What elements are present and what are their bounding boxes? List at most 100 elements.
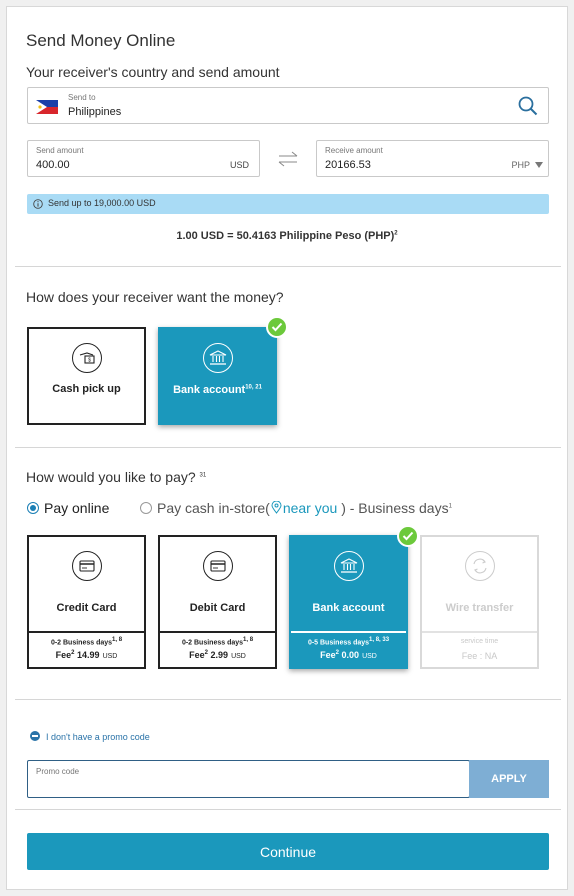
debit-card-fee-label: Fee: [189, 650, 205, 660]
send-amount-field[interactable]: Send amount 400.00 USD: [27, 140, 260, 177]
divider: [15, 809, 561, 810]
pay-option-wire-transfer: Wire transfer service time Fee : NA: [420, 535, 539, 669]
bank-icon: [333, 551, 364, 581]
bank-account-fee: Fee2 0.00 USD: [291, 650, 406, 660]
send-amount-value: 400.00: [36, 159, 70, 171]
credit-card-fee-label: Fee: [55, 650, 72, 660]
debit-card-fee-footnote: 2: [204, 650, 209, 656]
bank-account-pay-label: Bank account: [312, 602, 385, 614]
pay-cash-prefix: Pay cash in-store(: [157, 500, 270, 516]
location-pin-icon: [271, 500, 282, 514]
wire-transfer-fee: Fee : NA: [461, 651, 498, 661]
pay-option-credit-card[interactable]: Credit Card 0-2 Business days1, 8 Fee2 1…: [27, 535, 146, 669]
pay-section-heading: How would you like to pay? 31: [26, 469, 206, 485]
send-money-card: Send Money Online Your receiver's countr…: [6, 6, 568, 890]
credit-card-days: 0-2 Business days1, 8: [29, 637, 144, 646]
divider: [15, 699, 561, 700]
continue-button[interactable]: Continue: [27, 833, 549, 870]
pay-option-debit-card[interactable]: Debit Card 0-2 Business days1, 8 Fee2 2.…: [158, 535, 277, 669]
pay-section-footnote: 31: [199, 472, 207, 479]
pay-section-heading-text: How would you like to pay?: [26, 469, 196, 485]
bank-account-fee-value: 0.00: [341, 650, 360, 660]
bank-account-fee-currency: USD: [362, 653, 377, 660]
philippines-flag-icon: [36, 100, 58, 114]
exchange-rate-footnote: 2: [394, 230, 398, 237]
page-title: Send Money Online: [26, 31, 176, 50]
send-amount-label: Send amount: [36, 146, 84, 155]
debit-card-fee-currency: USD: [231, 653, 246, 660]
divider: [15, 447, 561, 448]
pay-cash-radio[interactable]: [140, 502, 152, 514]
bank-account-label: Bank account10, 21: [160, 384, 275, 396]
wire-transfer-service-time: service time: [460, 638, 499, 645]
divider: [422, 631, 537, 633]
limit-notice-text: Send up to 19,000.00 USD: [48, 198, 156, 208]
selected-check-icon: [266, 316, 288, 338]
send-to-value: Philippines: [68, 106, 122, 118]
receive-amount-field[interactable]: Receive amount 20166.53 PHP: [316, 140, 549, 177]
send-amount-currency: USD: [229, 160, 249, 170]
debit-card-days-footnote: 1, 8: [243, 637, 254, 643]
chevron-down-icon: [535, 162, 543, 168]
debit-card-label: Debit Card: [189, 602, 246, 614]
receive-option-bank-account[interactable]: Bank account10, 21: [158, 327, 277, 425]
bank-account-fee-label: Fee: [320, 650, 336, 660]
credit-card-fee-footnote: 2: [71, 650, 75, 656]
credit-card-fee-value: 14.99: [77, 650, 100, 660]
bank-account-days: 0-5 Business days1, 8, 33: [291, 637, 406, 646]
divider: [160, 631, 275, 633]
no-promo-code-link[interactable]: I don't have a promo code: [46, 732, 150, 742]
cash-pickup-icon: $: [71, 343, 102, 373]
debit-card-days-text: 0-2 Business days: [181, 639, 244, 647]
bank-account-days-footnote: 1, 8, 33: [369, 637, 390, 643]
debit-card-fee-value: 2.99: [210, 650, 229, 660]
amount-section-heading: Your receiver's country and send amount: [26, 64, 280, 80]
divider: [15, 266, 561, 267]
send-to-label: Send to: [68, 93, 96, 102]
credit-card-days-text: 0-2 Business days: [50, 639, 113, 647]
bank-account-footnote: 10, 21: [245, 384, 262, 391]
credit-card-icon: [71, 551, 102, 581]
near-you-link[interactable]: near you: [283, 500, 337, 516]
wire-transfer-icon: [464, 551, 495, 581]
exchange-rate: 1.00 USD = 50.4163 Philippine Peso (PHP)…: [7, 230, 567, 242]
svg-text:$: $: [88, 358, 91, 364]
selected-check-icon: [397, 525, 419, 547]
receive-option-cash-pickup[interactable]: $ Cash pick up: [27, 327, 146, 425]
pay-cash-footnote: 1: [448, 503, 452, 510]
send-to-field[interactable]: Send to Philippines: [27, 87, 549, 124]
pay-online-radio[interactable]: [27, 502, 39, 514]
promo-code-input[interactable]: Promo code: [27, 760, 470, 798]
info-icon: [33, 199, 43, 209]
debit-card-days: 0-2 Business days1, 8: [160, 637, 275, 646]
exchange-rate-text: 1.00 USD = 50.4163 Philippine Peso (PHP): [176, 230, 395, 242]
divider: [291, 631, 406, 633]
cash-pickup-label: Cash pick up: [52, 383, 121, 395]
bank-account-days-text: 0-5 Business days: [307, 639, 370, 647]
debit-card-icon: [202, 551, 233, 581]
receive-section-heading: How does your receiver want the money?: [26, 289, 284, 305]
apply-button[interactable]: APPLY: [469, 760, 549, 798]
swap-icon[interactable]: [277, 150, 299, 168]
debit-card-fee: Fee2 2.99 USD: [160, 650, 275, 660]
pay-option-bank-account[interactable]: Bank account 0-5 Business days1, 8, 33 F…: [289, 535, 408, 669]
receive-amount-label: Receive amount: [325, 146, 383, 155]
bank-icon: [202, 343, 233, 373]
divider: [29, 631, 144, 633]
limit-notice: Send up to 19,000.00 USD: [27, 194, 549, 214]
minus-circle-icon[interactable]: [30, 731, 40, 741]
search-icon[interactable]: [518, 96, 538, 116]
pay-cash-option[interactable]: Pay cash in-store( near you ) - Business …: [157, 500, 452, 516]
receive-currency-select[interactable]: PHP: [511, 160, 530, 170]
wire-transfer-label: Wire transfer: [445, 602, 514, 614]
credit-card-fee-currency: USD: [102, 653, 118, 660]
bank-account-label-text: Bank account: [173, 384, 246, 396]
credit-card-label: Credit Card: [56, 602, 117, 614]
promo-code-label: Promo code: [36, 767, 80, 776]
pay-cash-suffix: ) - Business days: [341, 500, 449, 516]
credit-card-days-footnote: 1, 8: [112, 637, 123, 643]
receive-amount-value: 20166.53: [325, 159, 371, 171]
bank-account-fee-footnote: 2: [335, 650, 340, 656]
credit-card-fee: Fee2 14.99 USD: [29, 650, 144, 660]
pay-online-label[interactable]: Pay online: [44, 500, 109, 516]
